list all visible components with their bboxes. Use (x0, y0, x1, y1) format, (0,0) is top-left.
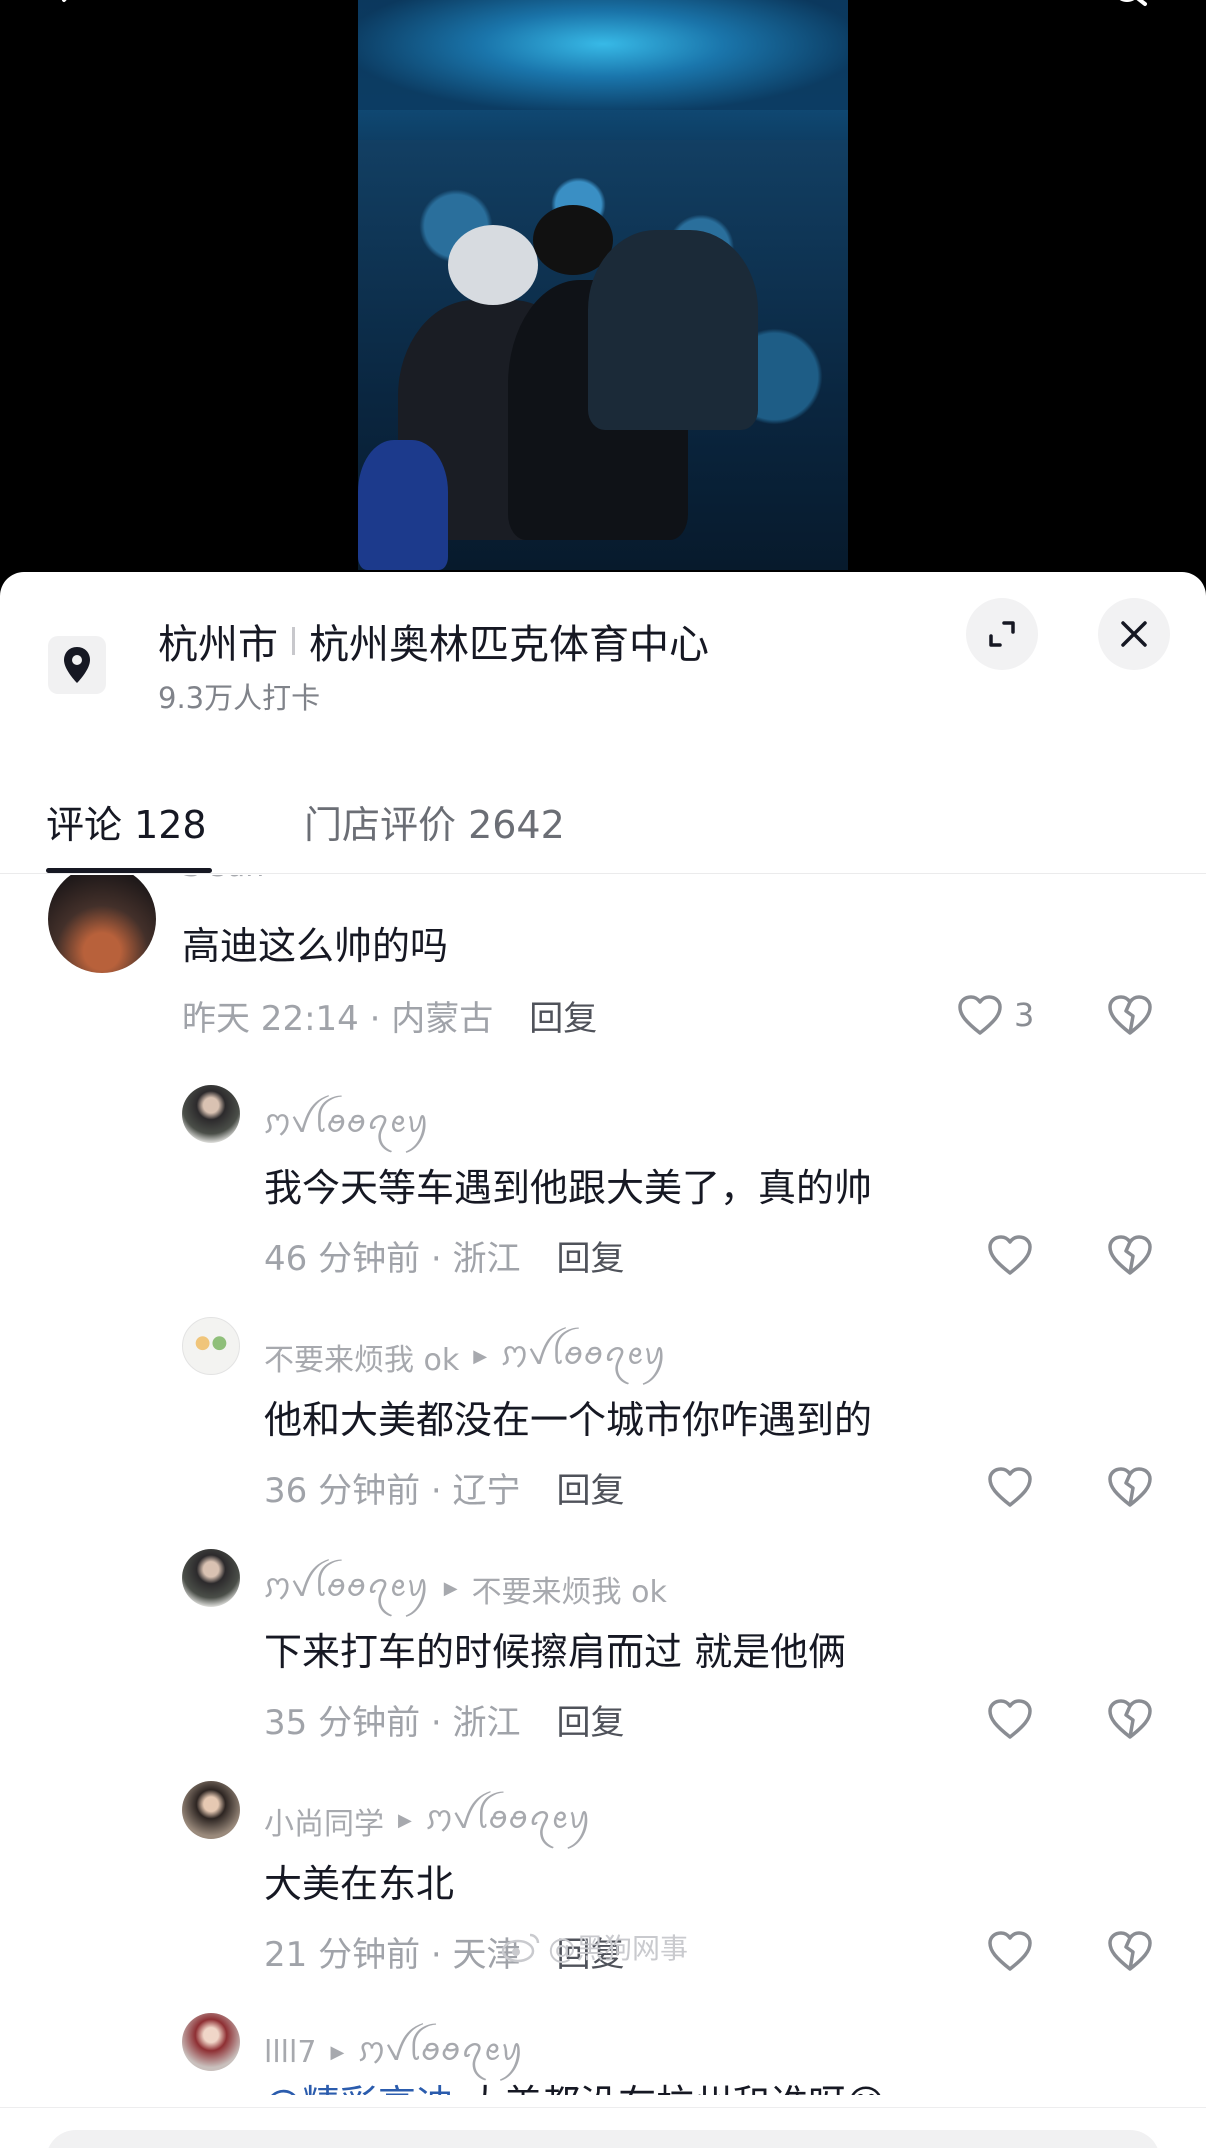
reply-button[interactable]: 回复 (557, 1695, 625, 1744)
like-button[interactable] (986, 1929, 1034, 1973)
place-city: 杭州市 (158, 622, 278, 668)
dislike-button[interactable] (1106, 1231, 1154, 1281)
back-button[interactable] (40, 0, 100, 20)
dislike-button[interactable] (1106, 991, 1154, 1041)
video-frame (358, 0, 848, 570)
chevron-left-icon (62, 0, 67, 2)
reply-arrow-icon: ▶ (473, 1346, 488, 1367)
reply-username[interactable]: ꩀꪜꪶꪮꪮꪖꫀꪗ (264, 1093, 430, 1156)
watermark-text: @黑狗网事 (548, 1932, 689, 1965)
reply-to-username[interactable]: 不要来烦我 ok (472, 1567, 667, 1611)
bag (358, 440, 448, 570)
comment-input[interactable] (46, 2130, 1160, 2148)
reply-username[interactable]: 不要来烦我 ok (264, 1335, 459, 1379)
comment-time-location: 21 分钟前 · 天津 (264, 1935, 521, 1975)
place-pin-badge (48, 636, 106, 694)
broken-heart-icon (1108, 995, 1152, 1035)
like-button[interactable] (986, 1697, 1034, 1741)
like-button[interactable]: 3 (956, 993, 1034, 1037)
broken-heart-icon (1108, 1699, 1152, 1739)
reply-arrow-icon: ▶ (398, 1810, 412, 1831)
reply-username[interactable]: ꩀꪜꪶꪮꪮꪖꫀꪗ (264, 1557, 430, 1620)
reply-button[interactable]: 回复 (529, 991, 597, 1040)
avatar[interactable] (182, 1781, 240, 1839)
checkin-count: 9.3万人打卡 (158, 681, 321, 715)
reply-username[interactable]: 小尚同学 (264, 1799, 384, 1843)
comment-meta: 35 分钟前 · 浙江 回复 (264, 1695, 625, 1744)
active-tab-indicator (46, 868, 212, 873)
expand-icon (989, 621, 1015, 647)
watermark: @黑狗网事 (500, 1927, 688, 1967)
sweat-smile-emoji: 😅 (846, 2082, 886, 2095)
comment-text[interactable]: 下来打车的时候擦肩而过 就是他俩 (264, 1621, 846, 1676)
comment-meta: 46 分钟前 · 浙江 回复 (264, 1231, 625, 1280)
comment-text[interactable]: 他和大美都没在一个城市你咋遇到的 (264, 1389, 872, 1444)
expand-button[interactable] (966, 598, 1038, 670)
video-player[interactable] (0, 0, 1206, 590)
close-icon (1121, 621, 1147, 647)
like-count: 3 (1014, 996, 1035, 1034)
avatar[interactable] (182, 1549, 240, 1607)
dislike-button[interactable] (1106, 1927, 1154, 1977)
title-divider (292, 627, 295, 655)
reply-button[interactable]: 回复 (557, 1463, 625, 1512)
avatar[interactable] (182, 1085, 240, 1143)
search-icon (1119, 0, 1147, 6)
broken-heart-icon (1108, 1467, 1152, 1507)
comment-username[interactable]: S sun (182, 875, 264, 884)
tab-bar: 评论 128 门店评价 2642 (0, 772, 1206, 874)
comment-text[interactable]: 高迪这么帅的吗 (182, 915, 448, 970)
heart-icon (988, 1467, 1032, 1507)
stadium-lights (358, 0, 848, 110)
dislike-button[interactable] (1106, 1463, 1154, 1513)
comment-input-bar (0, 2107, 1206, 2148)
mention-link[interactable]: @精彩高迪 (264, 2082, 454, 2095)
comment-time-location: 46 分钟前 · 浙江 (264, 1239, 521, 1279)
place-title[interactable]: 杭州市 杭州奥林匹克体育中心 (158, 612, 709, 670)
heart-icon (988, 1235, 1032, 1275)
heart-icon (988, 1931, 1032, 1971)
reply-arrow-icon: ▶ (443, 1578, 458, 1599)
person-figure (588, 230, 758, 430)
close-button[interactable] (1098, 598, 1170, 670)
comment-meta: 36 分钟前 · 辽宁 回复 (264, 1463, 625, 1512)
reply-to-username[interactable]: ꩀꪜꪶꪮꪮꪖꫀꪗ (426, 1789, 592, 1852)
broken-heart-icon (1108, 1931, 1152, 1971)
tab-comments[interactable]: 评论 128 (46, 794, 207, 849)
dislike-button[interactable] (1106, 1695, 1154, 1745)
heart-icon (988, 1699, 1032, 1739)
reply-user-line: 不要来烦我 ok ▶ ꩀꪜꪶꪮꪮꪖꫀꪗ (264, 1325, 667, 1388)
search-button[interactable] (1100, 0, 1160, 20)
reply-button[interactable]: 回复 (557, 1231, 625, 1280)
comment-list: S sun 高迪这么帅的吗 昨天 22:14 · 内蒙古 回复 3 ꩀꪜꪶꪮꪮꪖ… (0, 875, 1206, 2095)
location-sheet: 杭州市 杭州奥林匹克体育中心 9.3万人打卡 评论 128 门店评价 2642 … (0, 572, 1206, 2148)
reply-username[interactable]: llll7 (264, 2035, 316, 2070)
weibo-logo-icon (501, 1933, 540, 1963)
tab-store-reviews[interactable]: 门店评价 2642 (304, 794, 565, 849)
comment-text[interactable]: @精彩高迪 大美都没在杭州和谁呀😅 (264, 2073, 886, 2095)
avatar[interactable] (182, 1317, 240, 1375)
heart-icon (958, 995, 1002, 1035)
like-button[interactable] (986, 1465, 1034, 1509)
person-hair (448, 225, 538, 305)
place-header: 杭州市 杭州奥林匹克体育中心 9.3万人打卡 (0, 572, 1206, 772)
comment-time-location: 35 分钟前 · 浙江 (264, 1703, 521, 1743)
reply-user-line: 小尚同学 ▶ ꩀꪜꪶꪮꪮꪖꫀꪗ (264, 1789, 592, 1852)
reply-arrow-icon: ▶ (330, 2042, 345, 2063)
comment-time-location: 36 分钟前 · 辽宁 (264, 1471, 521, 1511)
reply-to-username[interactable]: ꩀꪜꪶꪮꪮꪖꫀꪗ (501, 1325, 667, 1388)
broken-heart-icon (1108, 1235, 1152, 1275)
comment-text[interactable]: 大美在东北 (264, 1853, 454, 1908)
place-venue: 杭州奥林匹克体育中心 (309, 622, 709, 668)
comment-time-location: 昨天 22:14 · 内蒙古 (182, 999, 494, 1039)
comment-meta: 昨天 22:14 · 内蒙古 回复 (182, 991, 597, 1040)
comment-text[interactable]: 我今天等车遇到他跟大美了，真的帅 (264, 1157, 872, 1212)
comment-text-body: 大美都没在杭州和谁呀 (454, 2082, 846, 2095)
reply-user-line: ꩀꪜꪶꪮꪮꪖꫀꪗ ▶ 不要来烦我 ok (264, 1557, 667, 1620)
map-pin-icon (64, 647, 90, 683)
avatar[interactable] (48, 875, 156, 973)
like-button[interactable] (986, 1233, 1034, 1277)
avatar[interactable] (182, 2013, 240, 2071)
